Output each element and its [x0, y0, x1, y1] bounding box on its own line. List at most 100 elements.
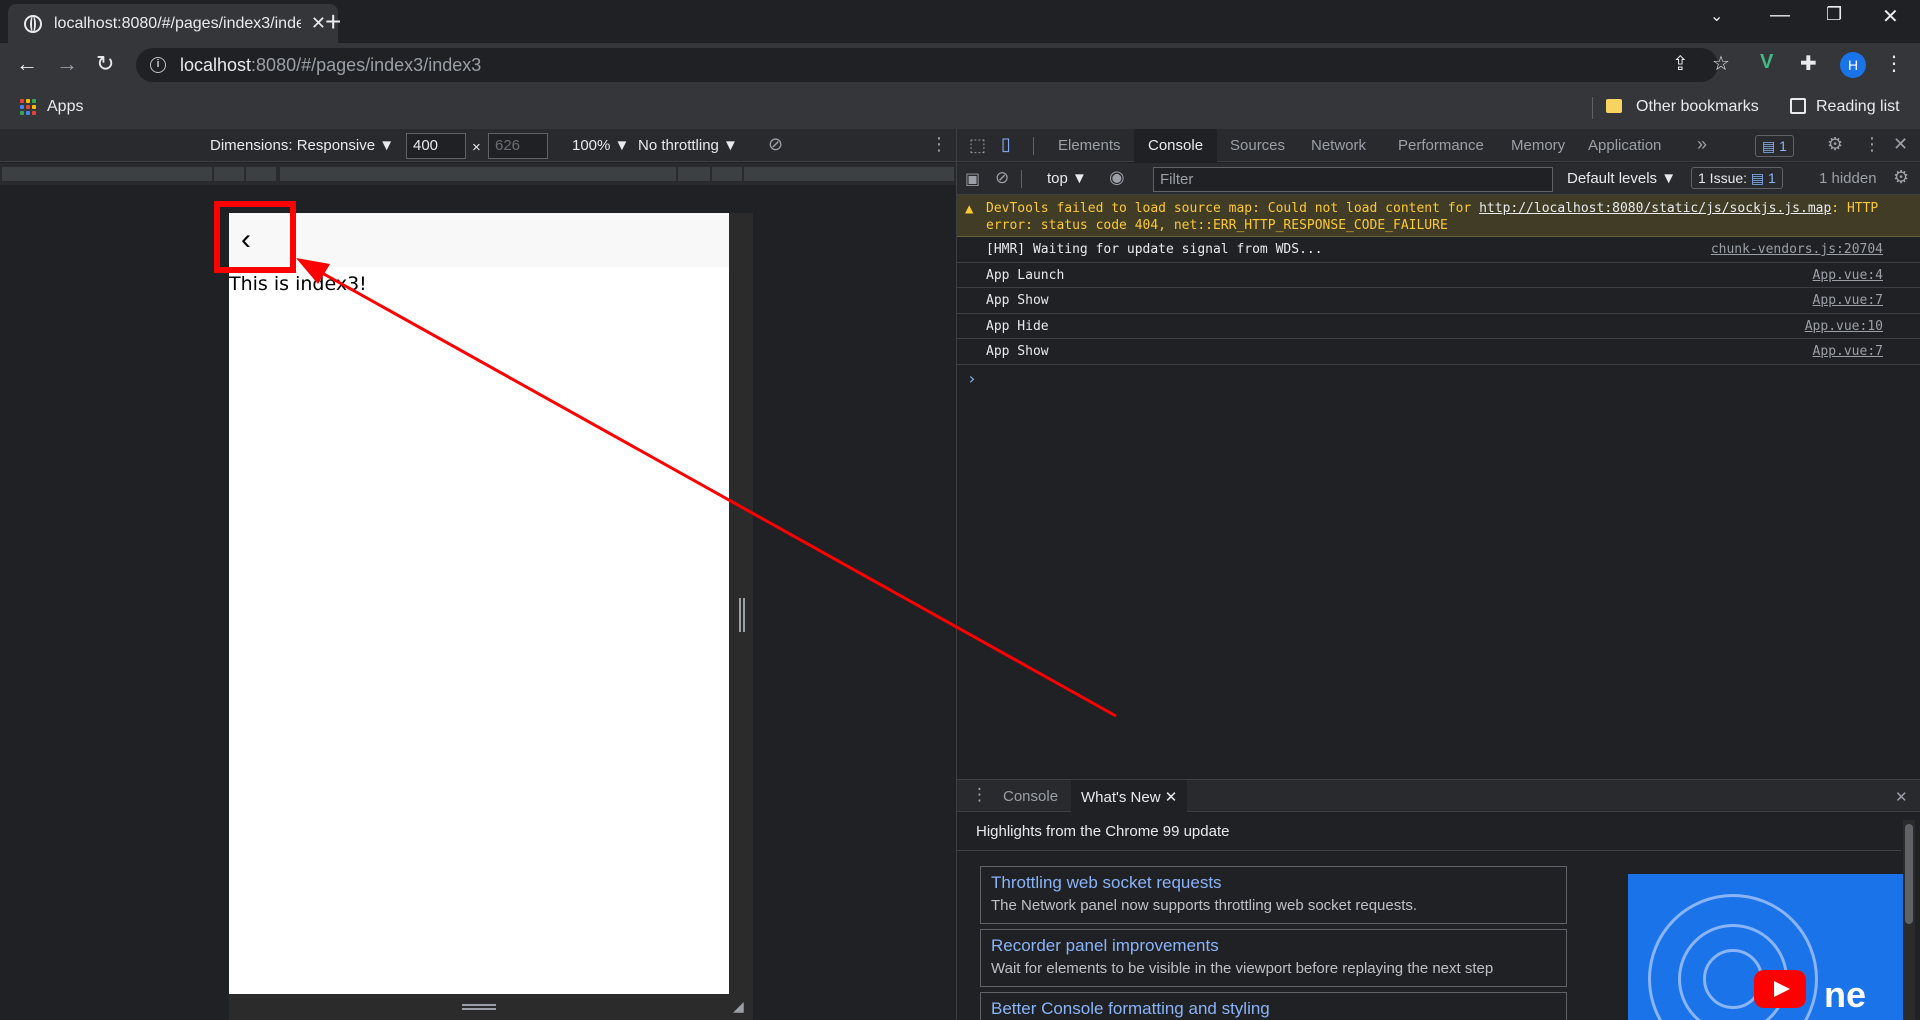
console-warning: ▲ DevTools failed to load source map: Co…	[957, 195, 1920, 237]
message-source-link[interactable]: App.vue:10	[1805, 319, 1883, 334]
messages-badge[interactable]: ▤ 1	[1755, 135, 1794, 157]
console-message: App Show App.vue:7	[957, 288, 1920, 314]
bookmarks-bar: Apps Other bookmarks Reading list	[0, 87, 1920, 129]
browser-toolbar: ← → ↻ i localhost:8080/#/pages/index3/in…	[0, 43, 1920, 87]
tab-sources[interactable]: Sources	[1230, 137, 1285, 154]
live-expression-eye-icon[interactable]: ◉	[1109, 167, 1125, 188]
close-devtools-icon[interactable]: ✕	[1893, 134, 1908, 155]
new-tab-button[interactable]: +	[325, 6, 341, 38]
device-viewport: ‹ This is index3!	[229, 213, 729, 994]
avatar[interactable]: H	[1840, 52, 1866, 78]
message-source-link[interactable]: App.vue:7	[1813, 293, 1883, 308]
card-title[interactable]: Recorder panel improvements	[991, 936, 1556, 956]
inspect-element-icon[interactable]: ⬚	[969, 135, 986, 156]
devtools-menu-icon[interactable]: ⋮	[1863, 134, 1881, 155]
card-description: Wait for elements to be visible in the v…	[991, 960, 1494, 977]
console-settings-icon[interactable]: ⚙	[1893, 167, 1909, 188]
tab-console[interactable]: Console	[1134, 129, 1218, 162]
viewport-resize-rail	[729, 213, 753, 1020]
resize-handle-bottom[interactable]	[462, 1004, 496, 1010]
drawer-tab-whats-new[interactable]: What's New ✕	[1071, 780, 1188, 812]
zoom-select[interactable]: 100% ▼	[572, 137, 629, 154]
tab-strip: localhost:8080/#/pages/index3/index3 ✕ +…	[0, 0, 1920, 43]
tab-elements[interactable]: Elements	[1058, 137, 1121, 154]
console-messages: ▲ DevTools failed to load source map: Co…	[957, 195, 1920, 391]
close-tab-icon[interactable]: ✕	[1165, 789, 1178, 806]
url-text[interactable]: localhost:8080/#/pages/index3/index3	[180, 55, 481, 76]
device-toolbar-more-icon[interactable]: ⋮	[930, 134, 948, 155]
hidden-count: 1 hidden	[1819, 170, 1877, 187]
tab-application[interactable]: Application	[1588, 137, 1661, 154]
message-source-link[interactable]: chunk-vendors.js:20704	[1711, 242, 1883, 257]
source-map-link[interactable]: http://localhost:8080/static/js/sockjs.j…	[1479, 201, 1831, 216]
page-header: ‹	[229, 213, 729, 267]
reload-button[interactable]: ↻	[96, 51, 114, 77]
warning-icon: ▲	[965, 201, 974, 217]
close-window-button[interactable]: ✕	[1882, 4, 1899, 29]
whats-new-video-thumbnail[interactable]: ne	[1628, 874, 1904, 1020]
page-body-text: This is index3!	[229, 273, 367, 295]
extensions-icon[interactable]: ✚	[1800, 51, 1817, 76]
minimize-button[interactable]: —	[1770, 4, 1790, 27]
tab-search-icon[interactable]: ⌄	[1710, 6, 1723, 26]
drawer-scrollbar[interactable]	[1903, 820, 1915, 1020]
other-bookmarks[interactable]: Other bookmarks	[1636, 98, 1759, 116]
youtube-play-icon[interactable]	[1754, 970, 1806, 1008]
bookmark-divider	[1592, 97, 1593, 119]
drawer-tab-console[interactable]: Console	[1003, 788, 1058, 805]
annotation-highlight-box	[214, 201, 296, 273]
card-title[interactable]: Throttling web socket requests	[991, 873, 1556, 893]
clear-console-icon[interactable]: ⊘	[995, 168, 1009, 188]
settings-gear-icon[interactable]: ⚙	[1827, 134, 1843, 155]
device-toggle-icon[interactable]: ▯	[1001, 134, 1011, 155]
width-input[interactable]: 400	[406, 133, 466, 159]
whats-new-heading: Highlights from the Chrome 99 update	[976, 823, 1230, 840]
card-description: The Network panel now supports throttlin…	[991, 897, 1418, 914]
whats-new-card[interactable]: Better Console formatting and styling	[980, 992, 1567, 1020]
drawer-menu-icon[interactable]: ⋮	[971, 785, 988, 805]
bookmark-star-icon[interactable]: ☆	[1712, 51, 1730, 76]
message-source-link[interactable]: App.vue:4	[1813, 268, 1883, 283]
vue-devtools-icon[interactable]: V	[1760, 51, 1773, 74]
whats-new-card[interactable]: Throttling web socket requests The Netwo…	[980, 866, 1567, 924]
devtools-drawer: ⋮ Console What's New ✕ ✕ Highlights from…	[957, 779, 1920, 1020]
menu-icon[interactable]: ⋮	[1884, 51, 1904, 76]
console-prompt[interactable]: ›	[957, 365, 1920, 391]
times-sign: ×	[472, 139, 481, 156]
media-query-ruler	[0, 163, 956, 185]
back-button[interactable]: ←	[16, 51, 38, 77]
message-source-link[interactable]: App.vue:7	[1813, 344, 1883, 359]
site-info-icon[interactable]: i	[150, 57, 166, 73]
devtools-tabbar: ⬚ ▯ Elements Console Sources Network Per…	[957, 129, 1920, 162]
more-tabs-icon[interactable]: »	[1697, 134, 1707, 155]
restore-button[interactable]: ❐	[1826, 4, 1842, 25]
context-select[interactable]: top ▼	[1047, 170, 1087, 187]
reading-list[interactable]: Reading list	[1816, 98, 1900, 116]
apps-bookmark[interactable]: Apps	[47, 98, 83, 116]
resize-handle-right[interactable]	[739, 598, 745, 632]
tab-performance[interactable]: Performance	[1398, 137, 1484, 154]
tab-memory[interactable]: Memory	[1511, 137, 1565, 154]
sidebar-toggle-icon[interactable]: ▣	[965, 169, 980, 189]
issues-button[interactable]: 1 Issue: ▤ 1	[1691, 167, 1783, 189]
console-message: App Hide App.vue:10	[957, 314, 1920, 339]
tab-close-icon[interactable]: ✕	[311, 13, 326, 34]
console-filter-input[interactable]: Filter	[1153, 167, 1553, 192]
viewport-bottom-rail: ◢	[229, 994, 753, 1020]
throttling-select[interactable]: No throttling ▼	[638, 137, 738, 154]
forward-button[interactable]: →	[56, 51, 78, 77]
resize-corner-icon[interactable]: ◢	[733, 998, 744, 1015]
whats-new-card[interactable]: Recorder panel improvements Wait for ele…	[980, 929, 1567, 987]
tab-network[interactable]: Network	[1311, 137, 1366, 154]
browser-tab[interactable]: localhost:8080/#/pages/index3/index3 ✕	[8, 4, 338, 43]
height-input[interactable]: 626	[488, 133, 548, 159]
console-filter-bar: ▣ ⊘ top ▼ ◉ Filter Default levels ▼ 1 Is…	[957, 163, 1920, 195]
dimensions-select[interactable]: Dimensions: Responsive ▼	[210, 137, 394, 154]
log-levels-select[interactable]: Default levels ▼	[1567, 170, 1676, 187]
rotate-icon[interactable]: ⊘	[768, 134, 783, 155]
close-drawer-icon[interactable]: ✕	[1895, 788, 1908, 806]
card-title[interactable]: Better Console formatting and styling	[991, 999, 1556, 1019]
console-message: App Launch App.vue:4	[957, 263, 1920, 288]
address-bar[interactable]: i localhost:8080/#/pages/index3/index3	[136, 48, 1718, 82]
share-icon[interactable]: ⇪	[1672, 51, 1689, 76]
